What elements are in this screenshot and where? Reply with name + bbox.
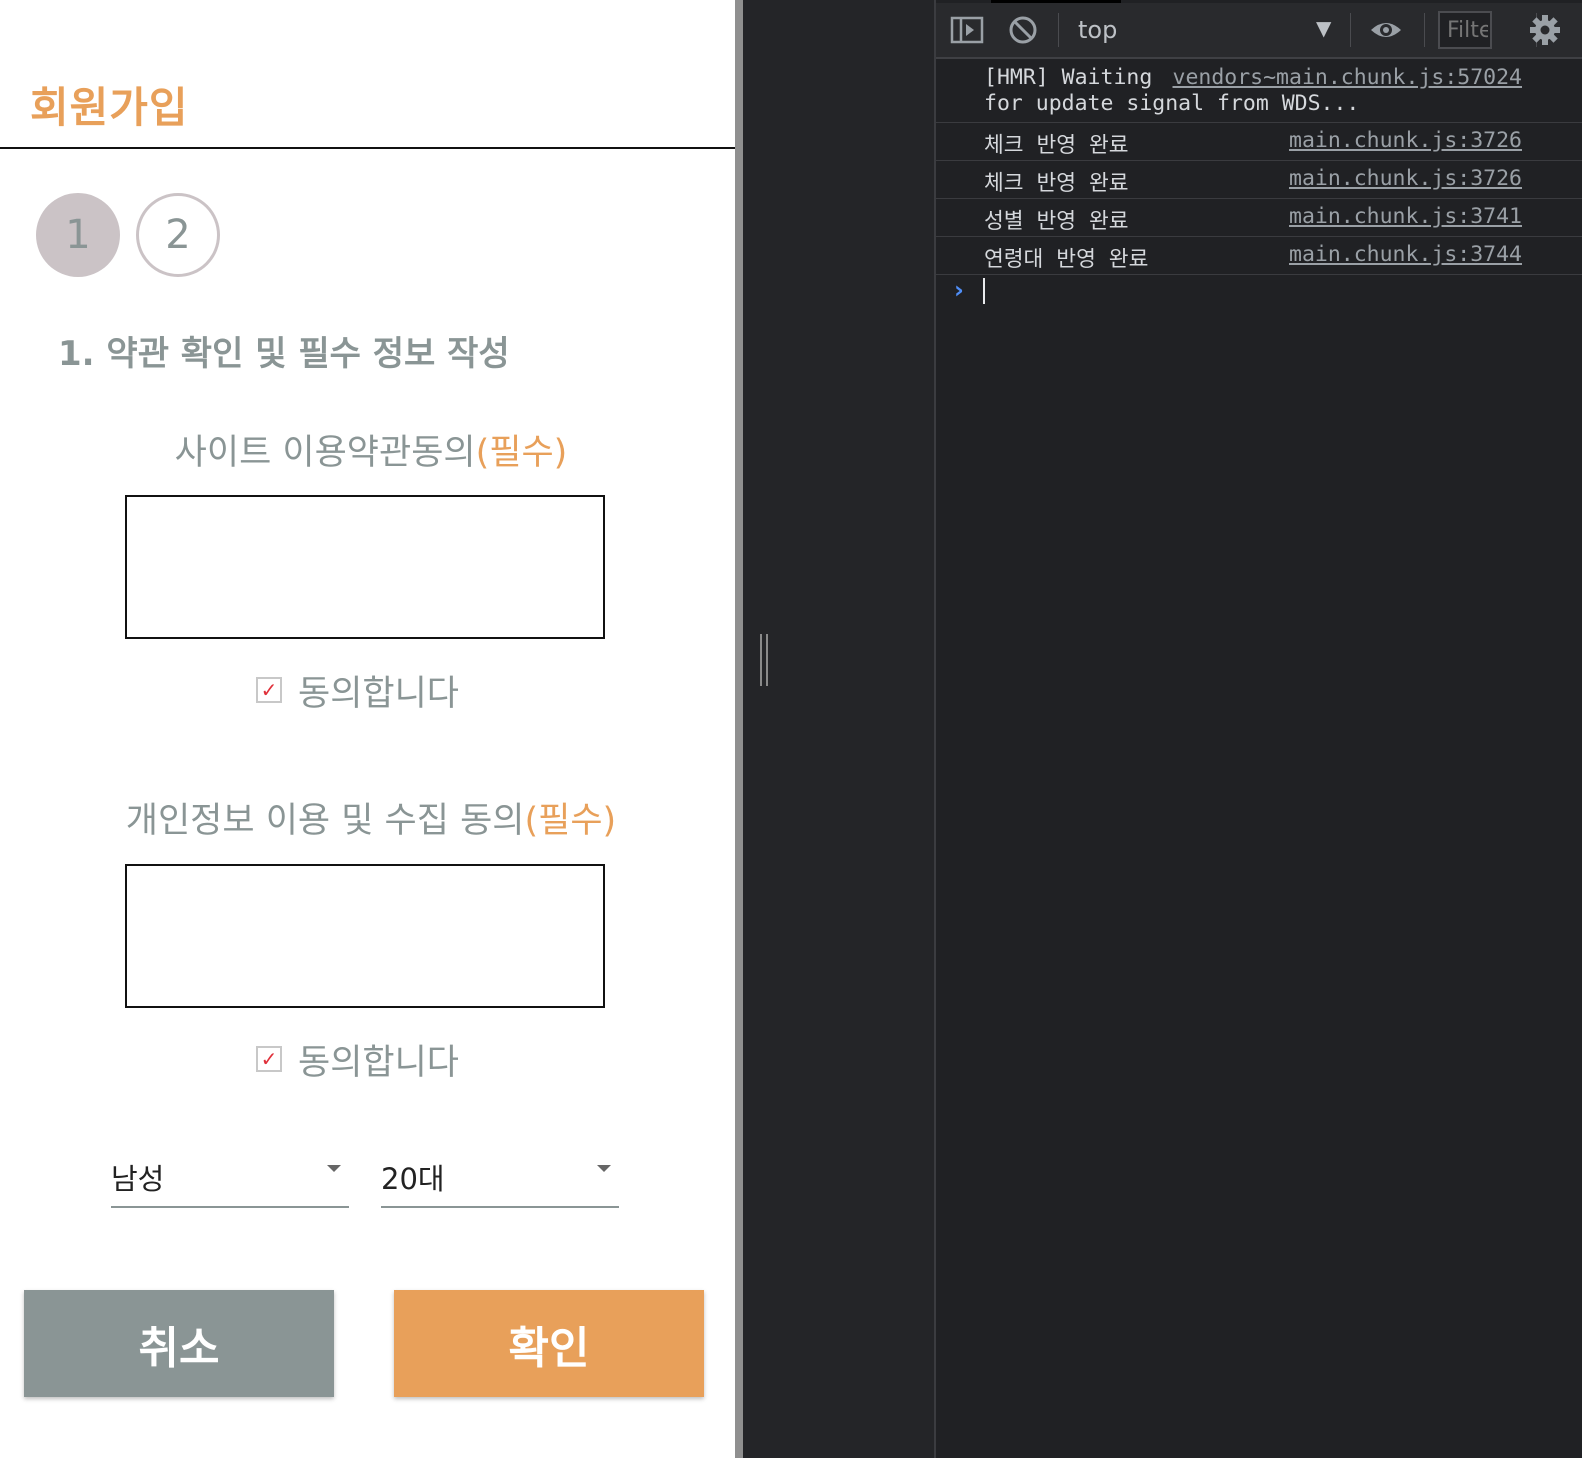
log-message: 연령대 반영 완료 [984, 247, 1149, 272]
confirm-button[interactable]: 확인 [394, 1290, 704, 1397]
page-title: 회원가입 [30, 83, 189, 132]
step-1-indicator[interactable]: 1 [36, 193, 120, 277]
filter-input[interactable] [1438, 11, 1492, 49]
signup-app: 회원가입 1 2 1. 약관 확인 및 필수 정보 작성 사이트 이용약관동의(… [0, 0, 742, 1458]
log-message-continued: for update signal from WDS... [984, 91, 1360, 116]
required-mark: (필수) [475, 433, 568, 473]
viewport-divider [735, 0, 743, 1458]
toolbar-separator [1424, 13, 1425, 47]
log-message: 체크 반영 완료 [984, 171, 1129, 196]
resize-handle[interactable] [760, 634, 768, 686]
context-selector[interactable]: top [1078, 16, 1117, 44]
sidebar-toggle-icon[interactable] [950, 13, 984, 47]
log-source-link[interactable]: vendors~main.chunk.js:57024 [1173, 65, 1523, 90]
site-terms-label: 사이트 이용약관동의(필수) [0, 424, 742, 475]
log-source-link[interactable]: main.chunk.js:3741 [1289, 204, 1522, 229]
section-heading: 1. 약관 확인 및 필수 정보 작성 [58, 334, 510, 374]
toolbar-separator [1350, 13, 1351, 47]
age-select-value: 20대 [381, 1162, 445, 1196]
privacy-terms-agree[interactable]: ✓ 동의합니다 [256, 1037, 459, 1083]
clear-console-icon[interactable] [1006, 13, 1040, 47]
chevron-down-icon [327, 1165, 341, 1172]
log-message: 체크 반영 완료 [984, 133, 1129, 158]
console-input-cursor[interactable] [983, 278, 985, 304]
gender-select-value: 남성 [111, 1162, 165, 1196]
privacy-terms-box[interactable] [125, 864, 605, 1008]
log-message: [HMR] Waiting [984, 65, 1153, 90]
privacy-terms-title: 개인정보 이용 및 수집 동의 [125, 801, 525, 841]
site-terms-checkbox[interactable]: ✓ [256, 677, 282, 703]
log-source-link[interactable]: main.chunk.js:3726 [1289, 128, 1522, 153]
required-mark: (필수) [524, 801, 617, 841]
log-source-link[interactable]: main.chunk.js:3744 [1289, 242, 1522, 267]
console-prompt-icon: › [954, 276, 964, 304]
live-expression-eye-icon[interactable] [1369, 13, 1403, 47]
age-select[interactable]: 20대 [381, 1150, 619, 1208]
console-log-row: 성별 반영 완료 main.chunk.js:3741 [936, 199, 1582, 237]
gender-select[interactable]: 남성 [111, 1150, 349, 1208]
triangle-down-icon[interactable]: ▼ [1316, 16, 1331, 40]
checkmark-icon: ✓ [260, 1047, 278, 1071]
console-log-row: 체크 반영 완료 main.chunk.js:3726 [936, 123, 1582, 161]
site-terms-title: 사이트 이용약관동의 [174, 433, 476, 473]
site-terms-box[interactable] [125, 495, 605, 639]
toolbar-separator [1058, 13, 1059, 47]
chevron-down-icon [597, 1165, 611, 1172]
devtools-splitter-area [743, 0, 935, 1458]
log-source-link[interactable]: main.chunk.js:3726 [1289, 166, 1522, 191]
step-2-indicator[interactable]: 2 [136, 193, 220, 277]
cancel-button[interactable]: 취소 [24, 1290, 334, 1397]
checkmark-icon: ✓ [260, 678, 278, 702]
devtools-console: top ▼ [HMR] Waiting vendors~main.chunk.j… [936, 0, 1582, 1458]
privacy-terms-agree-text: 동의합니다 [298, 1042, 460, 1083]
title-divider [0, 147, 742, 149]
gear-icon[interactable] [1528, 13, 1562, 47]
privacy-terms-checkbox[interactable]: ✓ [256, 1046, 282, 1072]
console-log-row: [HMR] Waiting vendors~main.chunk.js:5702… [936, 59, 1582, 123]
console-log-row: 연령대 반영 완료 main.chunk.js:3744 [936, 237, 1582, 275]
site-terms-agree[interactable]: ✓ 동의합니다 [256, 668, 459, 714]
console-log-row: 체크 반영 완료 main.chunk.js:3726 [936, 161, 1582, 199]
log-message: 성별 반영 완료 [984, 209, 1129, 234]
console-toolbar: top ▼ [936, 3, 1582, 59]
site-terms-agree-text: 동의합니다 [298, 673, 460, 714]
privacy-terms-label: 개인정보 이용 및 수집 동의(필수) [0, 792, 742, 843]
